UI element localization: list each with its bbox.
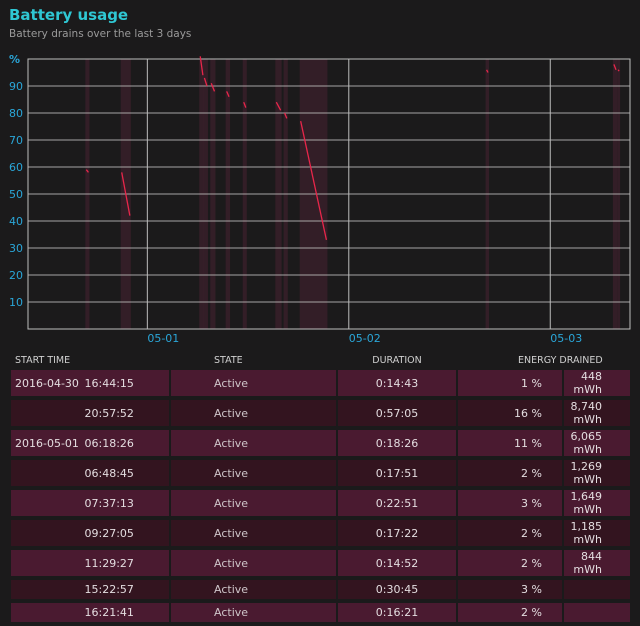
- battery-drain-chart: 10 20 30 40 50 60 70 80 90% 05-01 05-02 05-03: [9, 53, 631, 345]
- header-start-time: START TIME: [15, 354, 71, 366]
- y-tick-label: 50: [9, 188, 23, 201]
- cell-start-time: 11:29:27: [11, 550, 169, 576]
- cell-start-time: 15:22:57: [11, 580, 169, 599]
- cell-percent-drained: 1 %: [458, 370, 562, 396]
- cell-percent-drained: 2 %: [458, 550, 562, 576]
- cell-duration: 0:14:43: [338, 370, 456, 396]
- page-title: Battery usage: [9, 6, 129, 24]
- cell-energy-drained: 1,649 mWh: [564, 490, 630, 516]
- cell-start-time: 16:21:41: [11, 603, 169, 622]
- header-duration: DURATION: [372, 354, 422, 366]
- cell-energy-drained: 8,740 mWh: [564, 400, 630, 426]
- cell-percent-drained: 16 %: [458, 400, 562, 426]
- table-row[interactable]: 06:48:45 Active 0:17:51 2 % 1,269 mWh: [11, 460, 630, 486]
- cell-energy-drained: 6,065 mWh: [564, 430, 630, 456]
- cell-duration: 0:57:05: [338, 400, 456, 426]
- cell-state: Active: [171, 603, 336, 622]
- cell-duration: 0:18:26: [338, 430, 456, 456]
- table-row[interactable]: 16:21:41 Active 0:16:21 2 %: [11, 603, 630, 622]
- cell-energy-drained: 1,269 mWh: [564, 460, 630, 486]
- cell-percent-drained: 2 %: [458, 603, 562, 622]
- cell-start-time: 20:57:52: [11, 400, 169, 426]
- cell-start-time: 07:37:13: [11, 490, 169, 516]
- start-time: 06:18:26: [84, 436, 134, 450]
- y-tick-label: 90: [9, 80, 23, 93]
- table-header-row: START TIME STATE DURATION ENERGY DRAINED: [11, 354, 630, 366]
- cell-duration: 0:16:21: [338, 603, 456, 622]
- page-subtitle: Battery drains over the last 3 days: [9, 28, 192, 40]
- table-row[interactable]: 09:27:05 Active 0:17:22 2 % 1,185 mWh: [11, 520, 630, 546]
- cell-state: Active: [171, 580, 336, 599]
- cell-percent-drained: 3 %: [458, 580, 562, 599]
- drain-segment: [617, 69, 620, 72]
- cell-duration: 0:17:51: [338, 460, 456, 486]
- start-time: 20:57:52: [84, 406, 134, 420]
- cell-percent-drained: 11 %: [458, 430, 562, 456]
- y-tick-label: 40: [9, 215, 23, 228]
- cell-state: Active: [171, 520, 336, 546]
- cell-state: Active: [171, 550, 336, 576]
- battery-drain-table: START TIME STATE DURATION ENERGY DRAINED…: [9, 350, 632, 626]
- cell-start-time: 09:27:05: [11, 520, 169, 546]
- cell-duration: 0:22:51: [338, 490, 456, 516]
- y-tick-label: 20: [9, 269, 23, 282]
- cell-start-time: 06:48:45: [11, 460, 169, 486]
- cell-state: Active: [171, 490, 336, 516]
- cell-state: Active: [171, 430, 336, 456]
- start-time: 15:22:57: [84, 583, 134, 596]
- table-row[interactable]: 2016-05-01 06:18:26 Active 0:18:26 11 % …: [11, 430, 630, 456]
- y-tick-label: 80: [9, 107, 23, 120]
- table-row[interactable]: 11:29:27 Active 0:14:52 2 % 844 mWh: [11, 550, 630, 576]
- cell-percent-drained: 2 %: [458, 520, 562, 546]
- start-date: 2016-05-01: [15, 436, 79, 450]
- cell-energy-drained: 844 mWh: [564, 550, 630, 576]
- x-tick-label: 05-01: [147, 332, 179, 345]
- table-row[interactable]: 2016-04-30 16:44:15 Active 0:14:43 1 % 4…: [11, 370, 630, 396]
- start-time: 09:27:05: [84, 526, 134, 540]
- cell-energy-drained: [564, 603, 630, 622]
- cell-duration: 0:17:22: [338, 520, 456, 546]
- start-date: 2016-04-30: [15, 376, 79, 390]
- header-state: STATE: [214, 354, 243, 366]
- table-row[interactable]: 15:22:57 Active 0:30:45 3 %: [11, 580, 630, 599]
- y-axis-label: %: [9, 53, 20, 66]
- header-energy-drained: ENERGY DRAINED: [518, 354, 603, 366]
- x-tick-label: 05-03: [550, 332, 582, 345]
- start-time: 07:37:13: [84, 496, 134, 510]
- start-time: 11:29:27: [84, 556, 134, 570]
- cell-start-time: 2016-04-30 16:44:15: [11, 370, 169, 396]
- cell-energy-drained: 1,185 mWh: [564, 520, 630, 546]
- start-time: 16:21:41: [84, 606, 134, 619]
- cell-state: Active: [171, 400, 336, 426]
- cell-state: Active: [171, 370, 336, 396]
- cell-duration: 0:14:52: [338, 550, 456, 576]
- table-row[interactable]: 20:57:52 Active 0:57:05 16 % 8,740 mWh: [11, 400, 630, 426]
- y-tick-label: 30: [9, 242, 23, 255]
- cell-start-time: 2016-05-01 06:18:26: [11, 430, 169, 456]
- y-tick-label: 10: [9, 296, 23, 309]
- cell-duration: 0:30:45: [338, 580, 456, 599]
- cell-energy-drained: 448 mWh: [564, 370, 630, 396]
- y-tick-label: 70: [9, 134, 23, 147]
- cell-percent-drained: 3 %: [458, 490, 562, 516]
- cell-percent-drained: 2 %: [458, 460, 562, 486]
- table-row[interactable]: 07:37:13 Active 0:22:51 3 % 1,649 mWh: [11, 490, 630, 516]
- cell-state: Active: [171, 460, 336, 486]
- y-tick-label: 60: [9, 161, 23, 174]
- x-tick-label: 05-02: [349, 332, 381, 345]
- start-time: 06:48:45: [84, 466, 134, 480]
- cell-energy-drained: [564, 580, 630, 599]
- start-time: 16:44:15: [84, 376, 134, 390]
